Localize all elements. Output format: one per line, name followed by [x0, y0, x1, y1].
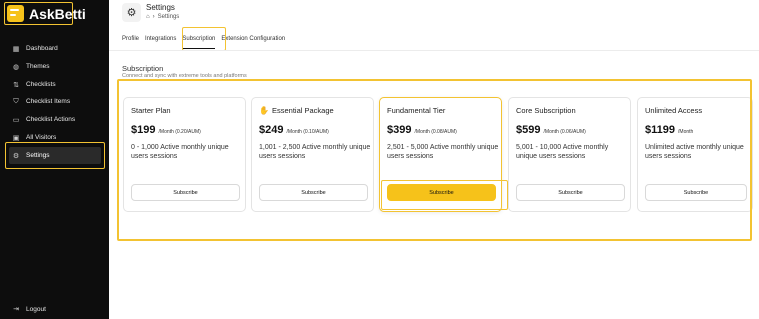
grid-icon: ▦: [12, 45, 20, 53]
sidebar-item-dashboard[interactable]: ▦ Dashboard: [9, 40, 101, 57]
tab-highlight: [182, 27, 226, 51]
sidebar-item-checklists[interactable]: ⇅ Checklists: [9, 76, 101, 93]
palette-icon: ◍: [12, 63, 20, 71]
sidebar-item-label: Checklists: [26, 81, 56, 88]
home-icon[interactable]: ⌂: [146, 14, 150, 20]
sidebar-item-checklist-items[interactable]: ⛉ Checklist Items: [9, 93, 101, 110]
logout-label: Logout: [26, 305, 46, 313]
page-title: Settings: [146, 3, 175, 12]
inbox-icon: ▭: [12, 116, 20, 124]
sidebar-item-label: Dashboard: [26, 45, 58, 52]
tab-profile[interactable]: Profile: [122, 33, 139, 49]
settings-highlight: [5, 142, 105, 169]
logo-highlight: [4, 2, 73, 25]
sidebar-item-label: Themes: [26, 63, 50, 70]
shield-check-icon: ⛉: [13, 97, 19, 105]
plans-highlight: [117, 79, 752, 241]
divider: [109, 50, 759, 51]
breadcrumb-separator-icon: ›: [152, 14, 155, 20]
sidebar-item-checklist-actions[interactable]: ▭ Checklist Actions: [9, 111, 101, 128]
sidebar-item-themes[interactable]: ◍ Themes: [9, 58, 101, 75]
settings-gear-icon: ⚙: [122, 3, 141, 22]
user-badge-icon: ▣: [12, 134, 20, 142]
flow-icon: ⇅: [13, 81, 19, 89]
sidebar: AskBetti ▦ Dashboard ◍ Themes ⇅ Checklis…: [0, 0, 109, 319]
section-title: Subscription: [122, 64, 164, 73]
breadcrumb-current[interactable]: Settings: [158, 14, 180, 20]
logout-icon: ⇥: [13, 306, 19, 313]
sidebar-item-label: Checklist Items: [26, 98, 71, 105]
tab-integrations[interactable]: Integrations: [145, 33, 176, 49]
sidebar-item-label: All Visitors: [26, 134, 57, 141]
logout-button[interactable]: ⇥ Logout: [9, 305, 46, 314]
breadcrumb: ⌂ › Settings: [146, 14, 179, 20]
sidebar-item-label: Checklist Actions: [26, 116, 76, 123]
tab-extension-configuration[interactable]: Extension Configuration: [221, 33, 285, 49]
